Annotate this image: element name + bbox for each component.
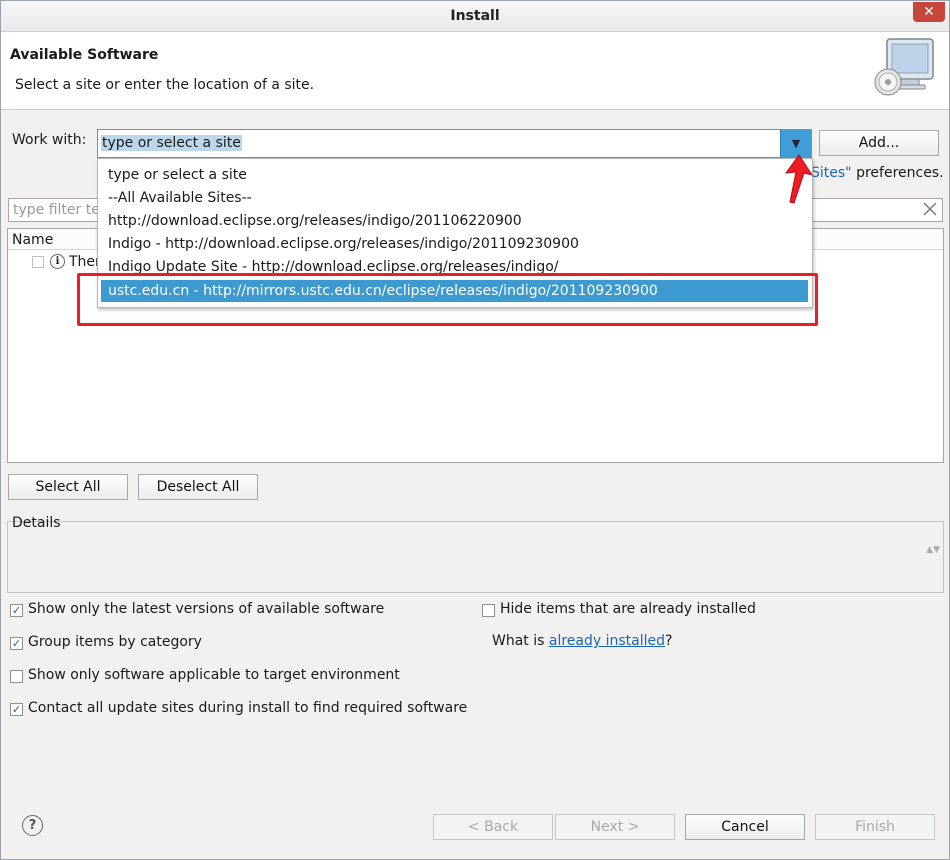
work-with-label: Work with:	[12, 132, 87, 148]
target-env-label: Show only software applicable to target …	[28, 667, 400, 683]
work-with-input[interactable]: type or select a site	[101, 135, 242, 151]
work-with-combo[interactable]: type or select a site ▼	[97, 129, 812, 158]
what-is-installed-text: What is already installed?	[492, 633, 672, 649]
target-env-checkbox[interactable]	[10, 670, 23, 683]
cancel-button[interactable]: Cancel	[685, 814, 805, 840]
wizard-header: Available Software Select a site or ente…	[1, 32, 949, 110]
tree-row-checkbox[interactable]	[32, 256, 44, 268]
preferences-suffix: preferences.	[851, 165, 944, 181]
install-dialog: Install ✕ Available Software Select a si…	[0, 0, 950, 860]
what-is-prefix: What is	[492, 633, 549, 649]
group-category-label: Group items by category	[28, 634, 202, 650]
page-title: Available Software	[10, 47, 159, 63]
page-description: Select a site or enter the location of a…	[15, 77, 315, 93]
sites-preferences-link[interactable]: Sites"	[811, 165, 852, 181]
finish-button[interactable]: Finish	[815, 814, 935, 840]
help-icon[interactable]: ?	[22, 815, 43, 836]
preferences-text: Sites" preferences.	[811, 165, 944, 181]
dropdown-option[interactable]: type or select a site	[108, 167, 247, 189]
highlight-annotation-box	[77, 273, 818, 326]
hide-installed-checkbox[interactable]	[482, 604, 495, 617]
contact-sites-label: Contact all update sites during install …	[28, 700, 468, 716]
select-all-button[interactable]: Select All	[8, 474, 128, 500]
group-category-checkbox[interactable]: ✓	[10, 637, 23, 650]
contact-sites-checkbox[interactable]: ✓	[10, 703, 23, 716]
dropdown-option[interactable]: --All Available Sites--	[108, 190, 252, 212]
dropdown-option[interactable]: Indigo - http://download.eclipse.org/rel…	[108, 236, 579, 258]
hide-installed-label: Hide items that are already installed	[500, 601, 756, 617]
install-computer-icon	[874, 38, 934, 96]
latest-versions-label: Show only the latest versions of availab…	[28, 601, 385, 617]
already-installed-link[interactable]: already installed	[549, 633, 665, 649]
deselect-all-button[interactable]: Deselect All	[138, 474, 258, 500]
next-button[interactable]: Next >	[555, 814, 675, 840]
column-name[interactable]: Name	[12, 232, 53, 248]
back-button[interactable]: < Back	[433, 814, 553, 840]
title-bar: Install ✕	[1, 1, 949, 32]
clear-filter-icon[interactable]	[921, 200, 939, 218]
add-site-button[interactable]: Add...	[819, 130, 939, 156]
details-label: Details	[12, 515, 61, 531]
latest-versions-checkbox[interactable]: ✓	[10, 604, 23, 617]
tree-row-label: There	[69, 254, 99, 270]
window-title: Install	[450, 8, 500, 24]
details-scrollbar[interactable]: ▲▼	[926, 546, 940, 555]
red-arrow-icon	[784, 154, 814, 204]
details-panel: ▲▼	[7, 521, 944, 593]
close-button[interactable]: ✕	[913, 2, 945, 22]
filter-placeholder: type filter te	[13, 202, 100, 218]
what-is-suffix: ?	[665, 633, 673, 649]
info-icon: i	[50, 254, 65, 269]
dropdown-option[interactable]: http://download.eclipse.org/releases/ind…	[108, 213, 522, 235]
